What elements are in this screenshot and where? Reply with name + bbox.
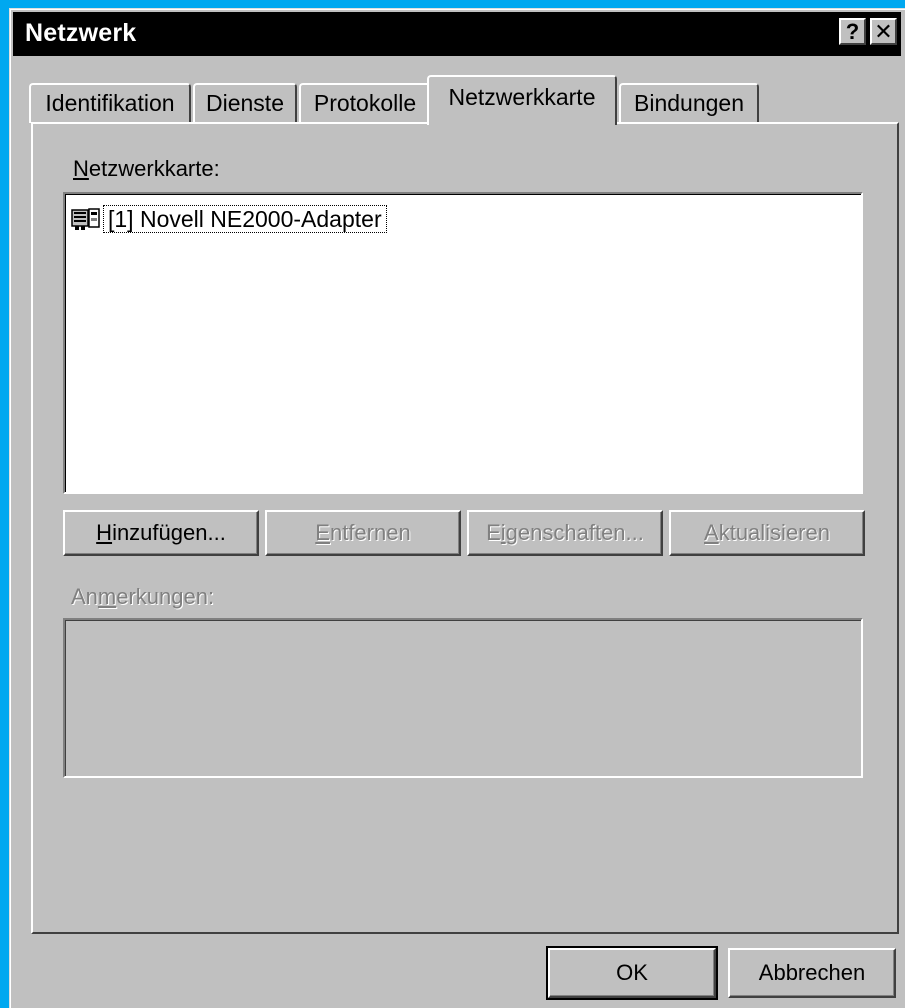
update-button[interactable]: Aktualisieren — [669, 510, 865, 556]
adapter-name: [1] Novell NE2000-Adapter — [103, 205, 387, 233]
network-adapter-icon — [71, 208, 100, 230]
help-icon[interactable]: ? — [839, 18, 866, 45]
remove-button[interactable]: Entfernen — [265, 510, 461, 556]
title-bar[interactable]: Netzwerk ? ✕ — [13, 12, 901, 56]
window-title: Netzwerk — [25, 19, 137, 47]
adapter-list-label: Netzwerkkarte: — [73, 156, 220, 181]
notes-field — [63, 618, 863, 778]
network-dialog: Netzwerk ? ✕ Identifikation Dienste Prot… — [9, 8, 905, 1008]
tab-strip: Identifikation Dienste Protokolle Netzwe… — [29, 73, 889, 125]
tab-panel-netzwerkkarte: Netzwerkkarte: [1] Novell NE2000-Adapter… — [31, 122, 899, 934]
add-button[interactable]: Hinzufügen... — [63, 510, 259, 556]
list-item[interactable]: [1] Novell NE2000-Adapter — [71, 204, 387, 234]
tab-identifikation[interactable]: Identifikation — [29, 83, 191, 123]
adapter-listbox[interactable]: [1] Novell NE2000-Adapter — [63, 192, 863, 494]
tab-bindungen[interactable]: Bindungen — [619, 83, 759, 123]
tab-dienste[interactable]: Dienste — [193, 83, 297, 123]
notes-label: Anmerkungen: — [71, 584, 215, 609]
ok-button[interactable]: OK — [546, 946, 718, 1000]
tab-netzwerkkarte[interactable]: Netzwerkkarte — [427, 75, 617, 125]
close-icon[interactable]: ✕ — [870, 18, 897, 45]
cancel-button[interactable]: Abbrechen — [728, 948, 896, 998]
properties-button[interactable]: Eigenschaften... — [467, 510, 663, 556]
tab-protokolle[interactable]: Protokolle — [299, 83, 431, 123]
